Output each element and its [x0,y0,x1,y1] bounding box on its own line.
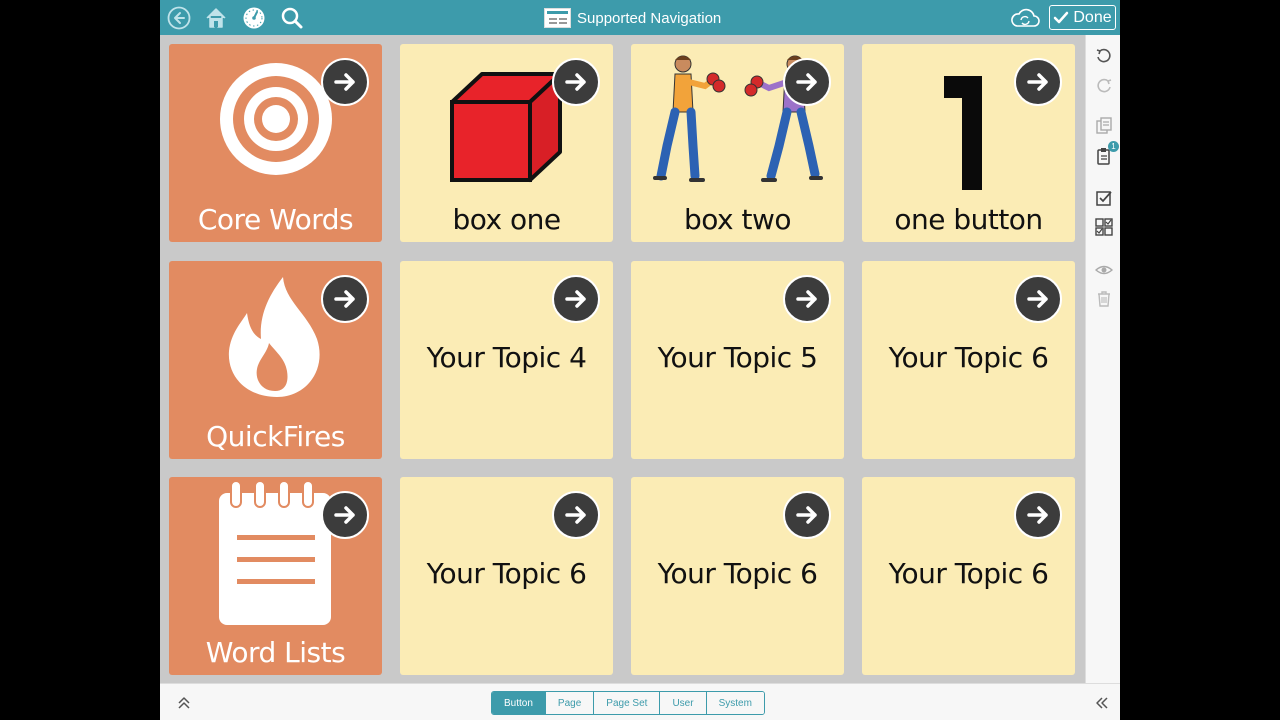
navigate-arrow-icon [1014,491,1062,539]
redo-icon[interactable] [1093,75,1115,97]
navigate-arrow-icon [552,491,600,539]
bottom-bar: Button Page Page Set User System [160,683,1120,720]
done-label: Done [1073,8,1112,26]
target-icon [220,63,332,175]
edit-toolbar: 1 [1085,35,1120,683]
expand-up-icon[interactable] [174,693,194,713]
navigate-arrow-icon [321,58,369,106]
search-icon[interactable] [279,5,305,31]
home-icon[interactable] [203,5,229,31]
navigate-arrow-icon [552,275,600,323]
navigate-arrow-icon [321,491,369,539]
button-label: Your Topic 6 [657,557,818,590]
navigate-arrow-icon [783,58,831,106]
button-your-topic-6[interactable]: Your Topic 6 [862,477,1075,675]
navigate-arrow-icon [1014,275,1062,323]
flame-icon [228,277,320,397]
navigate-arrow-icon [552,58,600,106]
navigate-arrow-icon [783,491,831,539]
button-label: Your Topic 6 [426,557,587,590]
button-box-one[interactable]: box one [400,44,613,242]
button-grid: Core Words box one box two one button Qu… [160,35,1085,683]
page-title: Supported Navigation [544,6,721,30]
button-core-words[interactable]: Core Words [169,44,382,242]
number-one-icon [944,76,982,190]
button-one-button[interactable]: one button [862,44,1075,242]
select-icon[interactable] [1093,187,1115,209]
copy-icon[interactable] [1093,115,1115,137]
inspector-tabs: Button Page Page Set User System [491,691,765,715]
paste-icon[interactable]: 1 [1093,141,1119,167]
tab-button[interactable]: Button [492,692,546,714]
button-your-topic-4[interactable]: Your Topic 4 [400,261,613,459]
navigate-arrow-icon [783,275,831,323]
notepad-icon [219,480,331,625]
tab-user[interactable]: User [660,692,707,714]
dashboard-icon[interactable] [241,5,267,31]
button-label: Word Lists [205,636,346,669]
button-label: Your Topic 4 [426,341,587,374]
back-icon[interactable] [166,5,192,31]
tab-system[interactable]: System [706,692,764,714]
button-label: one button [894,203,1043,236]
navigate-arrow-icon [321,275,369,323]
collapse-left-icon[interactable] [1092,693,1112,713]
undo-icon[interactable] [1093,45,1115,67]
paste-count-badge: 1 [1108,141,1119,152]
button-label: QuickFires [206,420,345,453]
button-quickfires[interactable]: QuickFires [169,261,382,459]
button-your-topic-6[interactable]: Your Topic 6 [631,477,844,675]
trash-icon[interactable] [1093,288,1115,310]
button-label: Core Words [197,203,354,236]
app-window: Supported Navigation Done Core Words box… [160,0,1120,720]
button-your-topic-6[interactable]: Your Topic 6 [400,477,613,675]
done-button[interactable]: Done [1049,5,1116,30]
button-label: Your Topic 6 [888,341,1049,374]
cloud-sync-icon[interactable] [1009,5,1041,31]
button-label: Your Topic 5 [657,341,818,374]
page-title-text: Supported Navigation [577,9,722,27]
red-cube-icon [450,72,562,182]
checkmark-icon [1054,11,1069,23]
tab-page[interactable]: Page [545,692,595,714]
button-label: box one [452,203,561,236]
visibility-icon[interactable] [1093,259,1115,281]
button-label: box two [683,203,792,236]
tab-page-set[interactable]: Page Set [594,692,661,714]
button-your-topic-6[interactable]: Your Topic 6 [862,261,1075,459]
multi-select-icon[interactable] [1093,216,1115,238]
navigate-arrow-icon [1014,58,1062,106]
button-box-two[interactable]: box two [631,44,844,242]
top-bar: Supported Navigation Done [160,0,1120,35]
button-word-lists[interactable]: Word Lists [169,477,382,675]
button-your-topic-5[interactable]: Your Topic 5 [631,261,844,459]
button-label: Your Topic 6 [888,557,1049,590]
page-thumbnail-icon [544,8,571,28]
